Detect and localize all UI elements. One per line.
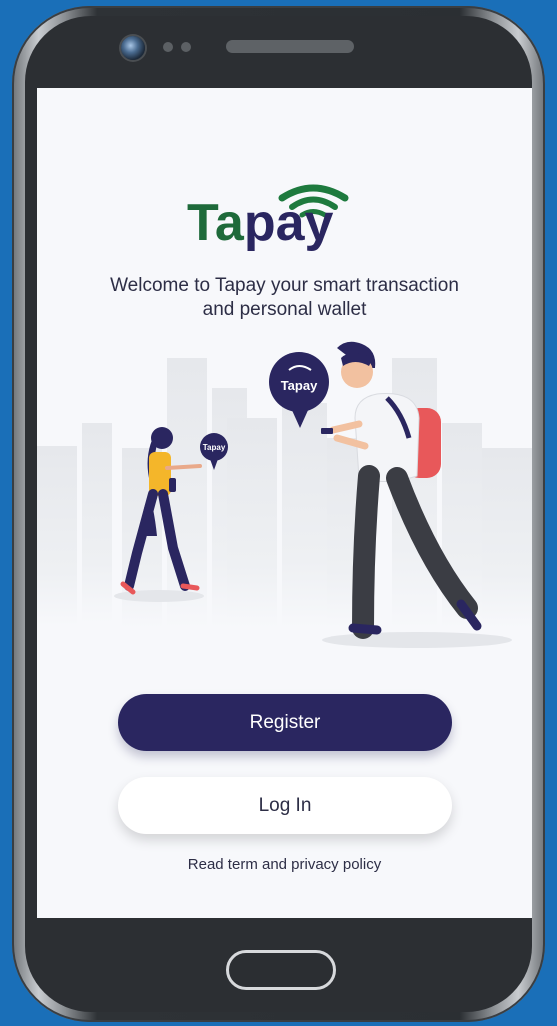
welcome-message: Welcome to Tapay your smart transaction …	[57, 274, 512, 322]
welcome-line-2: and personal wallet	[202, 299, 367, 320]
terms-privacy-link[interactable]: Read term and privacy policy	[37, 856, 532, 873]
register-button[interactable]: Register	[118, 694, 452, 751]
hero-illustration: Tapay Tapay	[37, 341, 532, 648]
camera-icon	[121, 36, 145, 60]
welcome-line-1: Welcome to Tapay your smart transaction	[110, 275, 459, 296]
speaker-icon	[226, 40, 354, 53]
logo-wordmark: Tapay	[187, 194, 334, 252]
app-screen: Tapay Welcome to Tapay your smart transa…	[37, 88, 532, 918]
ground-shadow	[114, 590, 204, 602]
sensor-dot	[163, 42, 173, 52]
svg-text:Tapay: Tapay	[203, 443, 226, 452]
login-button[interactable]: Log In	[118, 777, 452, 834]
svg-text:Tapay: Tapay	[281, 378, 318, 393]
sensor-dot	[181, 42, 191, 52]
home-button-icon[interactable]	[226, 950, 336, 990]
ground-shadow	[322, 632, 512, 648]
tapay-logo: Tapay	[187, 184, 349, 252]
